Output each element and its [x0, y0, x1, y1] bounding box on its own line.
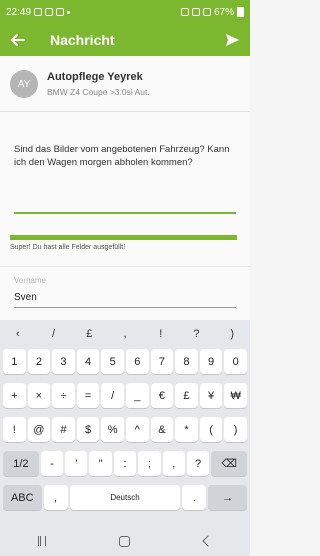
notification-icon: [45, 8, 54, 16]
toolbar-key[interactable]: £: [71, 328, 107, 340]
key[interactable]: 3: [52, 349, 75, 374]
status-bar: 22:49 67%: [0, 0, 250, 24]
page-title: Nachricht: [50, 32, 115, 48]
status-time: 22:49: [6, 6, 32, 18]
key[interactable]: 4: [76, 349, 100, 374]
keyboard: ‹ / £ , ! ? ) 1 2 3 4 5 6 7 8 9 0 + × ÷ …: [0, 320, 250, 526]
key[interactable]: ): [224, 417, 247, 442]
key[interactable]: ¥: [199, 383, 223, 408]
back-nav-button[interactable]: [188, 526, 228, 556]
key[interactable]: $: [76, 417, 100, 442]
toolbar-key[interactable]: !: [143, 328, 179, 340]
key[interactable]: #: [52, 417, 75, 442]
battery-percent: 67%: [213, 6, 234, 18]
divider: [0, 111, 250, 112]
home-button[interactable]: [105, 526, 145, 556]
key[interactable]: 6: [125, 349, 149, 374]
form-progress-bar: [10, 235, 237, 240]
toolbar-key[interactable]: ,: [107, 328, 143, 340]
key[interactable]: /: [101, 383, 124, 408]
key[interactable]: 2: [27, 349, 51, 374]
message-textarea[interactable]: Sind das Bilder vom angebotenen Fahrzeug…: [14, 144, 242, 169]
wifi-icon: [191, 8, 200, 16]
toolbar-key[interactable]: ?: [179, 328, 215, 340]
recent-apps-icon: [37, 536, 46, 546]
comma-key[interactable]: ,: [43, 485, 68, 510]
key[interactable]: %: [101, 417, 124, 442]
toolbar-key[interactable]: /: [36, 328, 72, 340]
key[interactable]: 9: [199, 349, 223, 374]
key[interactable]: ': [65, 451, 88, 476]
battery-icon: [237, 7, 244, 17]
vorname-label: Vorname: [14, 276, 47, 285]
cloud-icon: [56, 8, 65, 16]
system-nav-bar: [0, 526, 250, 556]
keyboard-row-bottom: ABC , Deutsch . →: [3, 485, 247, 513]
keyboard-row-symbols: ! @ # $ % ^ & * ( ): [3, 417, 247, 445]
keyboard-row-punct: 1/2 - ' " : ; , ? ⌫: [3, 451, 248, 479]
back-icon: [202, 535, 214, 547]
avatar: AY: [10, 70, 38, 98]
key[interactable]: _: [125, 383, 149, 408]
signal-icon: [202, 8, 211, 16]
key[interactable]: =: [76, 383, 100, 408]
key[interactable]: (: [199, 417, 223, 442]
abc-key[interactable]: ABC: [3, 485, 42, 510]
page-toggle-key[interactable]: 1/2: [3, 451, 39, 476]
key[interactable]: !: [3, 417, 26, 442]
key[interactable]: *: [175, 417, 198, 442]
key[interactable]: 8: [175, 349, 198, 374]
key[interactable]: 0: [224, 349, 247, 374]
key[interactable]: ;: [138, 451, 161, 476]
keyboard-toolbar: ‹ / £ , ! ? ): [0, 320, 250, 348]
keyboard-row-numbers: 1 2 3 4 5 6 7 8 9 0: [3, 349, 247, 377]
key[interactable]: ₩: [224, 383, 247, 408]
back-button[interactable]: [0, 24, 36, 56]
key[interactable]: ,: [162, 451, 185, 476]
key[interactable]: ?: [186, 451, 210, 476]
key[interactable]: &: [150, 417, 174, 442]
toolbar-key[interactable]: ): [214, 328, 250, 340]
toolbar-key[interactable]: ‹: [0, 328, 36, 340]
key[interactable]: @: [27, 417, 51, 442]
key[interactable]: ^: [125, 417, 149, 442]
key[interactable]: 1: [3, 349, 26, 374]
alarm-icon: [180, 8, 189, 16]
vorname-field[interactable]: [14, 290, 236, 308]
key[interactable]: +: [3, 383, 26, 408]
enter-key[interactable]: →: [208, 485, 247, 510]
arrow-left-icon: [11, 34, 25, 46]
keyboard-row-math: + × ÷ = / _ € £ ¥ ₩: [3, 383, 247, 411]
send-button[interactable]: [214, 24, 250, 56]
key[interactable]: €: [150, 383, 174, 408]
send-icon: [225, 34, 239, 46]
key[interactable]: 5: [101, 349, 124, 374]
dot-icon: [67, 10, 71, 14]
backspace-key[interactable]: ⌫: [211, 451, 248, 476]
recent-apps-button[interactable]: [22, 526, 62, 556]
key[interactable]: ": [89, 451, 112, 476]
key[interactable]: £: [175, 383, 198, 408]
dealer-name: Autopflege Yeyrek: [47, 71, 143, 83]
space-key[interactable]: Deutsch: [69, 485, 181, 510]
home-icon: [119, 535, 131, 547]
key[interactable]: 7: [150, 349, 174, 374]
message-underline: [14, 212, 236, 214]
dealer-header: AY Autopflege Yeyrek BMW Z4 Coupe >3.0si…: [10, 70, 150, 98]
period-key[interactable]: .: [182, 485, 207, 510]
success-message: Super! Du hast alle Felder ausgefüllt!: [10, 244, 126, 251]
app-bar: Nachricht: [0, 24, 250, 56]
key[interactable]: :: [113, 451, 137, 476]
car-title: BMW Z4 Coupe >3.0si Aut.: [47, 87, 150, 97]
whatsapp-icon: [34, 8, 43, 16]
key[interactable]: -: [40, 451, 64, 476]
message-form: AY Autopflege Yeyrek BMW Z4 Coupe >3.0si…: [0, 56, 250, 320]
divider: [0, 266, 250, 267]
key[interactable]: ×: [27, 383, 51, 408]
key[interactable]: ÷: [52, 383, 75, 408]
